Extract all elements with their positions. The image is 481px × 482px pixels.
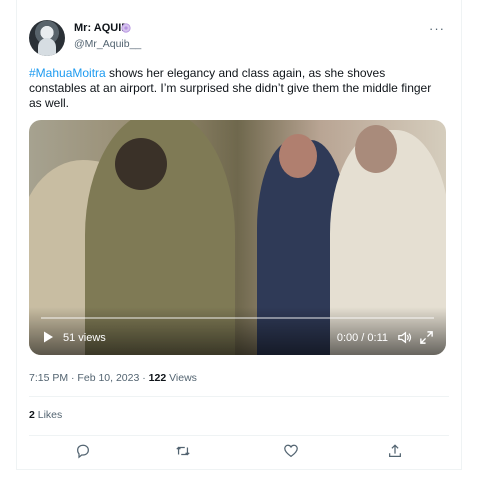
retweet-icon[interactable] [175,443,191,459]
verified-badge-icon [121,23,131,33]
more-options-button[interactable]: ··· [429,21,445,36]
video-player[interactable]: 51 views 0:00 / 0:11 [29,120,446,355]
reply-icon[interactable] [75,443,91,459]
views-count: 122 [148,372,167,384]
tweet-meta: 7:15 PM · Feb 10, 2023 · 122 Views [29,372,197,384]
tweet-actions [17,443,461,463]
video-scene-face [355,125,397,173]
video-scene-face [279,134,317,178]
video-controls [29,307,446,355]
tweet-timestamp[interactable]: 7:15 PM · Feb 10, 2023 · [29,372,149,384]
likes-label: Likes [34,409,63,421]
share-icon[interactable] [387,443,403,459]
tweet-card: Mr: AQUIB @Mr_Aquib__ ··· #MahuaMoitra s… [16,0,462,470]
author-avatar[interactable] [29,20,65,56]
views-label: Views [166,372,197,384]
author-handle[interactable]: @Mr_Aquib__ [74,38,141,50]
video-progress-bar[interactable] [41,317,434,319]
heart-icon[interactable] [283,443,299,459]
likes-summary[interactable]: 2 Likes [29,409,62,421]
tweet-text: #MahuaMoitra shows her elegancy and clas… [29,66,439,111]
divider [29,396,449,397]
video-views: 51 views [63,332,106,344]
hashtag-link[interactable]: #MahuaMoitra [29,66,106,80]
play-icon[interactable] [41,330,55,344]
volume-icon[interactable] [397,330,412,345]
video-scene-head [115,138,167,190]
video-time: 0:00 / 0:11 [336,332,388,344]
expand-icon[interactable] [419,330,434,345]
divider [29,435,449,436]
